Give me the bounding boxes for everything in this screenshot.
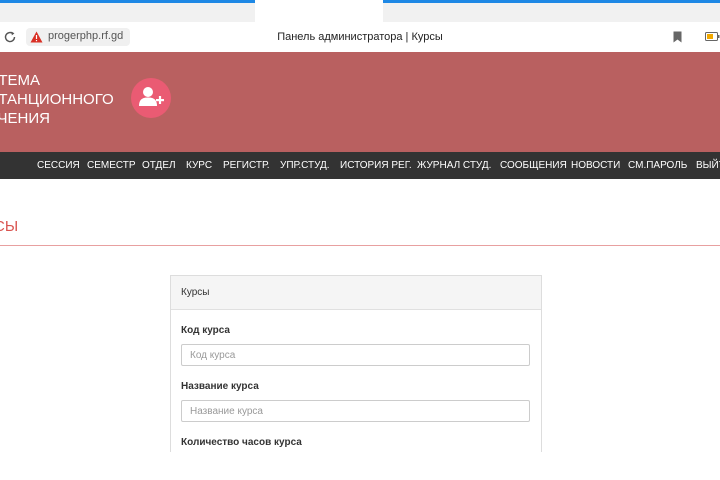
nav-item-course[interactable]: КУРС (186, 152, 212, 179)
user-plus-icon (139, 87, 164, 106)
nav-item-change-password[interactable]: СМ.ПАРОЛЬ (628, 152, 687, 179)
nav-item-student-journal[interactable]: ЖУРНАЛ СТУД. (417, 152, 491, 179)
active-tab[interactable] (255, 0, 383, 22)
battery-icon (705, 32, 720, 41)
nav-item-registration-history[interactable]: ИСТОРИЯ РЕГ. (340, 152, 412, 179)
bookmark-icon[interactable] (673, 31, 682, 43)
browser-tab-strip (0, 0, 720, 22)
site-title: СТЕМА СТАНЦИОННОГО УЧЕНИЯ (0, 71, 114, 128)
nav-item-news[interactable]: НОВОСТИ (571, 152, 620, 179)
nav-item-department[interactable]: ОТДЕЛ (142, 152, 176, 179)
nav-item-semester[interactable]: СЕМЕСТР (87, 152, 136, 179)
course-code-label: Код курса (181, 325, 230, 336)
site-title-line: СТАНЦИОННОГО (0, 91, 114, 108)
course-code-input[interactable] (181, 344, 530, 366)
address-bar: progerphp.rf.gd Панель администратора | … (0, 22, 720, 52)
nav-item-session[interactable]: СЕССИЯ (37, 152, 80, 179)
course-name-input[interactable] (181, 400, 530, 422)
nav-item-registration[interactable]: РЕГИСТР. (223, 152, 270, 179)
main-nav: СЕССИЯ СЕМЕСТР ОТДЕЛ КУРС РЕГИСТР. УПР.С… (0, 152, 720, 179)
nav-item-logout[interactable]: ВЫЙТ (696, 152, 720, 179)
tab-accent-right (383, 0, 720, 3)
page-tab-title: Панель администратора | Курсы (277, 31, 443, 43)
panel-title: Курсы (181, 287, 210, 298)
nav-item-messages[interactable]: СООБЩЕНИЯ (500, 152, 567, 179)
logo-badge (131, 78, 171, 118)
heading-divider (0, 245, 720, 246)
panel-heading: Курсы (171, 276, 541, 310)
courses-panel: Курсы Код курса Название курса Количеств… (170, 275, 542, 467)
site-title-line: СТЕМА (0, 72, 41, 89)
site-header: СТЕМА СТАНЦИОННОГО УЧЕНИЯ (0, 52, 720, 152)
course-name-label: Название курса (181, 381, 259, 392)
tab-accent-left (0, 0, 255, 3)
page-title: СЫ (0, 218, 19, 235)
course-hours-label: Количество часов курса (181, 437, 302, 448)
viewport-bottom-edge (0, 452, 720, 480)
nav-item-student-management[interactable]: УПР.СТУД. (280, 152, 330, 179)
site-title-line: УЧЕНИЯ (0, 110, 50, 127)
